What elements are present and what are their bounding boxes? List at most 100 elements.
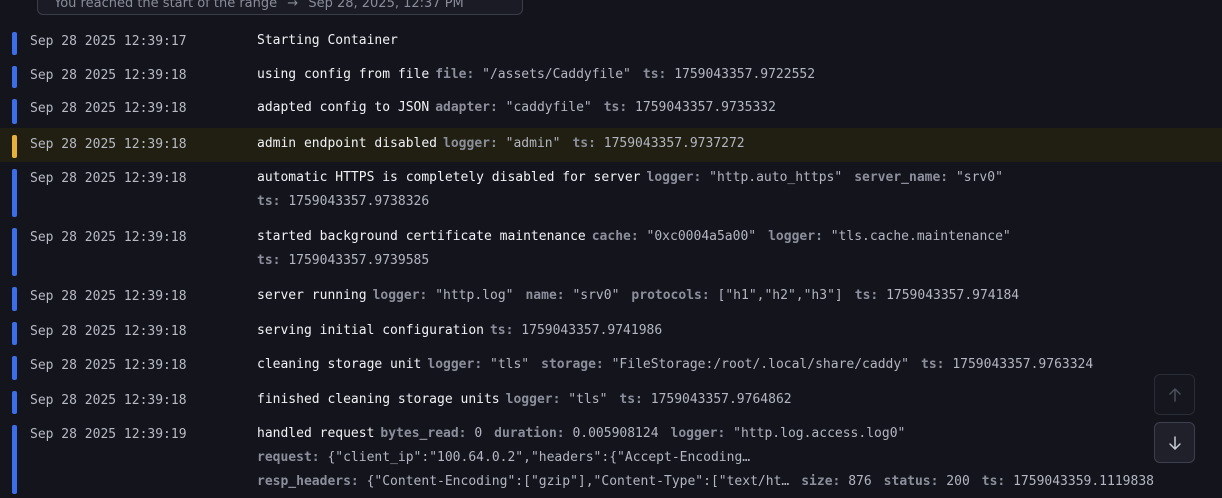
log-row[interactable]: Sep 28 2025 12:39:18 automatic HTTPS is c…: [0, 162, 1222, 221]
log-row[interactable]: Sep 28 2025 12:39:19 handled request bytes…: [0, 418, 1222, 498]
log-timestamp: Sep 28 2025 12:39:19: [30, 427, 187, 442]
log-text: Starting Container: [257, 33, 398, 48]
log-field-value: 0.005908124: [572, 426, 659, 441]
log-level-indicator: [12, 356, 17, 380]
arrow-down-icon: [1168, 435, 1181, 450]
log-message-line: automatic HTTPS is completely disabled f…: [257, 166, 1222, 190]
log-field-value: 1759043357.9764862: [650, 392, 792, 407]
log-row[interactable]: Sep 28 2025 12:39:17 Starting Container: [0, 25, 1222, 59]
log-message: serving initial configuration ts: 1759043…: [257, 319, 1222, 343]
log-row[interactable]: Sep 28 2025 12:39:18 serving initial conf…: [0, 315, 1222, 349]
log-field-value: 1759043357.9739585: [288, 253, 430, 268]
log-row[interactable]: Sep 28 2025 12:39:18 server running logger…: [0, 280, 1222, 315]
log-message-line: ts: 1759043357.9739585: [257, 249, 1222, 273]
log-text: admin endpoint disabled: [257, 136, 438, 151]
log-message: handled request bytes_read: 0 duration: 0.…: [257, 422, 1222, 494]
range-start-date: Sep 28, 2025, 12:37 PM: [308, 0, 464, 11]
log-level-indicator: [12, 66, 17, 88]
log-message: automatic HTTPS is completely disabled f…: [257, 166, 1222, 214]
log-timestamp: Sep 28 2025 12:39:18: [30, 68, 187, 83]
log-text: automatic HTTPS is completely disabled f…: [257, 170, 641, 185]
log-message-line: admin endpoint disabled logger: "admin" ts…: [257, 132, 1222, 156]
log-field-value: "caddyfile": [505, 100, 592, 115]
log-field-value: 1759043359.1119838: [1013, 474, 1154, 489]
log-row[interactable]: Sep 28 2025 12:39:18 finished cleaning st…: [0, 384, 1222, 418]
log-field-value: 1759043357.9735332: [635, 100, 776, 115]
log-field-key: logger:: [443, 136, 506, 151]
log-field-key: duration:: [494, 426, 573, 441]
log-timestamp: Sep 28 2025 12:39:18: [30, 358, 187, 373]
log-field-value: "tls.cache.maintenance": [830, 229, 1011, 244]
log-level-indicator: [12, 425, 17, 494]
log-field-value: 1759043357.974184: [886, 288, 1020, 303]
log-message-line: ts: 1759043357.9738326: [257, 190, 1222, 214]
log-field-value: "FileStorage:/root/.local/share/caddy": [611, 357, 910, 372]
log-level-indicator: [12, 322, 17, 345]
log-message: started background certificate maintenan…: [257, 225, 1222, 273]
log-message: admin endpoint disabled logger: "admin" ts…: [257, 132, 1222, 156]
log-field-value: ["h1","h2","h3"]: [717, 288, 843, 303]
log-field-key: logger:: [372, 288, 436, 303]
log-field-key: ts:: [619, 392, 651, 407]
log-text: adapted config to JSON: [257, 100, 430, 115]
log-text: handled request: [257, 426, 375, 441]
log-field-value: 1759043357.9737272: [603, 136, 745, 151]
log-message-line: serving initial configuration ts: 1759043…: [257, 319, 1222, 343]
scroll-up-button[interactable]: [1154, 374, 1195, 415]
log-row[interactable]: Sep 28 2025 12:39:18 started background c…: [0, 221, 1222, 280]
log-level-indicator: [12, 99, 17, 124]
log-message: cleaning storage unit logger: "tls" storag…: [257, 353, 1222, 377]
log-level-indicator: [12, 32, 17, 55]
log-row[interactable]: Sep 28 2025 12:39:18 using config from fi…: [0, 59, 1222, 92]
log-row[interactable]: Sep 28 2025 12:39:18 cleaning storage uni…: [0, 349, 1222, 384]
log-field-key: ts:: [257, 253, 289, 268]
log-field-value: "http.log.access.log0": [733, 426, 906, 441]
log-field-key: ts:: [981, 474, 1014, 489]
log-timestamp: Sep 28 2025 12:39:18: [30, 101, 187, 116]
log-list: Sep 28 2025 12:39:17 Starting Container Se…: [0, 25, 1222, 498]
log-field-value: 1759043357.9741986: [521, 323, 663, 338]
log-field-key: ts:: [572, 136, 604, 151]
log-timestamp: Sep 28 2025 12:39:18: [30, 289, 187, 304]
log-field-key: resp_headers:: [257, 474, 367, 489]
log-field-value: "srv0": [572, 288, 620, 303]
log-timestamp: Sep 28 2025 12:39:18: [30, 171, 187, 186]
log-field-key: storage:: [541, 357, 612, 372]
log-field-value: "tls": [568, 392, 608, 407]
log-field-key: cache:: [591, 229, 647, 244]
log-message: using config from file file: "/assets/Cad…: [257, 63, 1222, 87]
log-timestamp: Sep 28 2025 12:39:17: [30, 34, 187, 49]
log-text: serving initial configuration: [257, 323, 484, 338]
log-field-key: ts:: [257, 194, 289, 209]
log-field-key: logger:: [646, 170, 710, 185]
log-field-key: ts:: [921, 357, 953, 372]
log-message-line: using config from file file: "/assets/Cad…: [257, 63, 1222, 87]
log-message-line: handled request bytes_read: 0 duration: 0.…: [257, 422, 1222, 446]
log-field-key: protocols:: [631, 288, 718, 303]
scroll-down-button[interactable]: [1154, 422, 1195, 463]
log-field-value: {"client_ip":"100.64.0.2","headers":{"Ac…: [327, 450, 751, 465]
log-timestamp: Sep 28 2025 12:39:18: [30, 324, 187, 339]
log-field-value: {"Content-Encoding":["gzip"],"Content-Ty…: [366, 474, 790, 489]
log-field-key: ts:: [854, 288, 887, 303]
log-field-key: name:: [525, 288, 573, 303]
log-field-value: 0: [474, 426, 483, 441]
log-message: adapted config to JSON adapter: "caddyfil…: [257, 96, 1222, 120]
log-field-key: logger:: [427, 357, 490, 372]
log-field-key: logger:: [670, 426, 734, 441]
log-field-value: "http.auto_https": [709, 170, 843, 185]
log-message-line: Starting Container: [257, 29, 1222, 53]
log-text: server running: [257, 288, 367, 303]
log-field-key: server_name:: [854, 170, 956, 185]
log-level-indicator: [12, 169, 17, 217]
log-field-value: 1759043357.9738326: [288, 194, 430, 209]
log-message-line: cleaning storage unit logger: "tls" storag…: [257, 353, 1222, 377]
log-row[interactable]: Sep 28 2025 12:39:18 adapted config to JS…: [0, 92, 1222, 128]
log-message-line: resp_headers: {"Content-Encoding":["gzip…: [257, 470, 1222, 494]
log-field-value: "/assets/Caddyfile": [482, 67, 631, 82]
log-field-key: file:: [435, 67, 483, 82]
log-message-line: server running logger: "http.log" name: "s…: [257, 284, 1222, 308]
log-row[interactable]: Sep 28 2025 12:39:18 admin endpoint disab…: [0, 128, 1222, 162]
log-message-line: started background certificate maintenan…: [257, 225, 1222, 249]
log-text: started background certificate maintenan…: [257, 229, 586, 244]
